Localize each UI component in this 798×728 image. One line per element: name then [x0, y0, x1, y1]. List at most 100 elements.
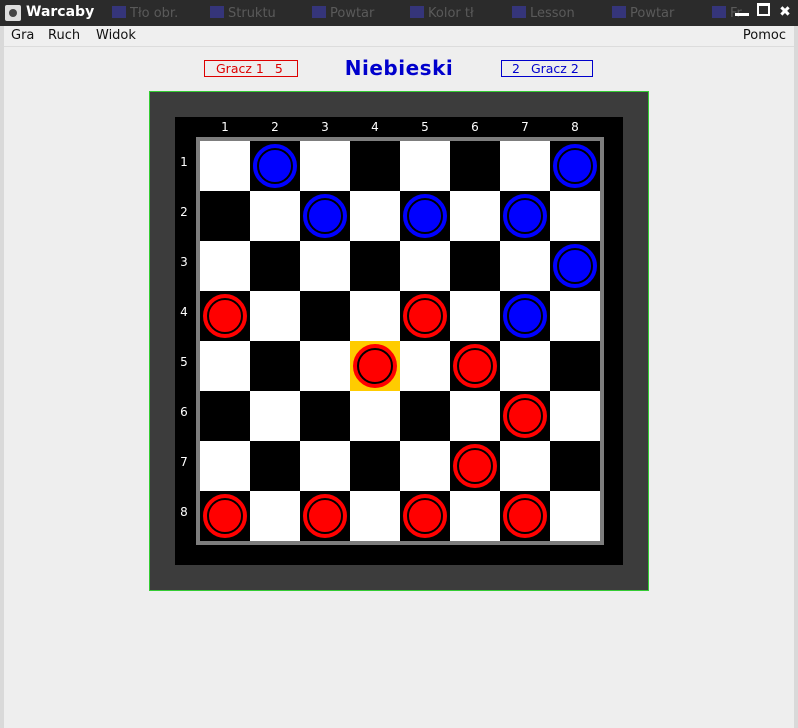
menu-widok[interactable]: Widok: [96, 28, 136, 43]
board-square-r1c1[interactable]: [200, 141, 250, 191]
board-square-r7c4[interactable]: [350, 441, 400, 491]
blue-piece[interactable]: [403, 194, 447, 238]
board-square-r7c2[interactable]: [250, 441, 300, 491]
board-square-r4c6[interactable]: [450, 291, 500, 341]
board-square-r3c2[interactable]: [250, 241, 300, 291]
board-square-r2c3[interactable]: [300, 191, 350, 241]
board-square-r5c3[interactable]: [300, 341, 350, 391]
row-label: 5: [180, 355, 188, 369]
board-square-r2c4[interactable]: [350, 191, 400, 241]
red-piece[interactable]: [353, 344, 397, 388]
board-square-r6c8[interactable]: [550, 391, 600, 441]
board-square-r7c5[interactable]: [400, 441, 450, 491]
menu-gra[interactable]: Gra: [11, 28, 34, 43]
maximize-icon[interactable]: [757, 3, 771, 16]
board-square-r6c2[interactable]: [250, 391, 300, 441]
board-square-r1c6[interactable]: [450, 141, 500, 191]
board-square-r2c7[interactable]: [500, 191, 550, 241]
blue-piece[interactable]: [553, 144, 597, 188]
board-square-r8c8[interactable]: [550, 491, 600, 541]
board-square-r3c8[interactable]: [550, 241, 600, 291]
menu-ruch[interactable]: Ruch: [48, 28, 80, 43]
red-piece[interactable]: [303, 494, 347, 538]
board-square-r2c2[interactable]: [250, 191, 300, 241]
board-square-r1c3[interactable]: [300, 141, 350, 191]
board-square-r1c8[interactable]: [550, 141, 600, 191]
board-square-r2c6[interactable]: [450, 191, 500, 241]
blue-piece[interactable]: [303, 194, 347, 238]
board-square-r1c7[interactable]: [500, 141, 550, 191]
board-square-r6c5[interactable]: [400, 391, 450, 441]
board-square-r5c5[interactable]: [400, 341, 450, 391]
board-square-r7c6[interactable]: [450, 441, 500, 491]
board-square-r4c7[interactable]: [500, 291, 550, 341]
board-square-r8c6[interactable]: [450, 491, 500, 541]
board-square-r4c3[interactable]: [300, 291, 350, 341]
board-square-r8c2[interactable]: [250, 491, 300, 541]
red-piece[interactable]: [453, 344, 497, 388]
board-square-r5c7[interactable]: [500, 341, 550, 391]
red-piece[interactable]: [503, 494, 547, 538]
row-label: 7: [180, 455, 188, 469]
board-square-r6c1[interactable]: [200, 391, 250, 441]
board-square-r2c8[interactable]: [550, 191, 600, 241]
board-square-r8c3[interactable]: [300, 491, 350, 541]
board-square-r3c1[interactable]: [200, 241, 250, 291]
title-bar: Warcaby Tło obr. Struktu Powtar Kolor tł…: [0, 0, 798, 26]
board-square-r5c6[interactable]: [450, 341, 500, 391]
board-square-r6c3[interactable]: [300, 391, 350, 441]
window-edge-left: [0, 26, 4, 728]
blue-piece[interactable]: [503, 194, 547, 238]
column-label: 2: [271, 120, 279, 134]
board-square-r5c1[interactable]: [200, 341, 250, 391]
board-square-r6c6[interactable]: [450, 391, 500, 441]
row-label: 6: [180, 405, 188, 419]
row-label: 1: [180, 155, 188, 169]
red-piece[interactable]: [403, 494, 447, 538]
board-square-r4c2[interactable]: [250, 291, 300, 341]
board-square-r5c4[interactable]: [350, 341, 400, 391]
board-square-r8c1[interactable]: [200, 491, 250, 541]
blue-piece[interactable]: [503, 294, 547, 338]
board-square-r5c8[interactable]: [550, 341, 600, 391]
board-square-r1c2[interactable]: [250, 141, 300, 191]
row-label: 4: [180, 305, 188, 319]
board-square-r3c7[interactable]: [500, 241, 550, 291]
board-square-r3c4[interactable]: [350, 241, 400, 291]
board-square-r4c5[interactable]: [400, 291, 450, 341]
red-piece[interactable]: [503, 394, 547, 438]
board-square-r8c7[interactable]: [500, 491, 550, 541]
board-square-r3c3[interactable]: [300, 241, 350, 291]
board-square-r7c1[interactable]: [200, 441, 250, 491]
red-piece[interactable]: [453, 444, 497, 488]
minimize-icon[interactable]: [735, 4, 750, 16]
board-square-r1c4[interactable]: [350, 141, 400, 191]
menu-separator: [4, 46, 794, 47]
red-piece[interactable]: [203, 494, 247, 538]
blue-piece[interactable]: [553, 244, 597, 288]
background-tab: Lesson: [512, 6, 575, 21]
board-square-r3c6[interactable]: [450, 241, 500, 291]
board-square-r7c7[interactable]: [500, 441, 550, 491]
board-square-r8c5[interactable]: [400, 491, 450, 541]
board-square-r5c2[interactable]: [250, 341, 300, 391]
board-square-r6c4[interactable]: [350, 391, 400, 441]
board-square-r7c8[interactable]: [550, 441, 600, 491]
board-square-r4c1[interactable]: [200, 291, 250, 341]
board-square-r3c5[interactable]: [400, 241, 450, 291]
board-square-r7c3[interactable]: [300, 441, 350, 491]
close-icon[interactable]: ✖: [778, 5, 792, 19]
red-piece[interactable]: [203, 294, 247, 338]
board-square-r8c4[interactable]: [350, 491, 400, 541]
menu-pomoc[interactable]: Pomoc: [743, 28, 786, 43]
board-square-r2c5[interactable]: [400, 191, 450, 241]
board-square-r6c7[interactable]: [500, 391, 550, 441]
red-piece[interactable]: [403, 294, 447, 338]
board-square-r4c8[interactable]: [550, 291, 600, 341]
board-square-r4c4[interactable]: [350, 291, 400, 341]
blue-piece[interactable]: [253, 144, 297, 188]
column-label: 6: [471, 120, 479, 134]
board-square-r2c1[interactable]: [200, 191, 250, 241]
board-square-r1c5[interactable]: [400, 141, 450, 191]
window-title: Warcaby: [26, 4, 95, 20]
